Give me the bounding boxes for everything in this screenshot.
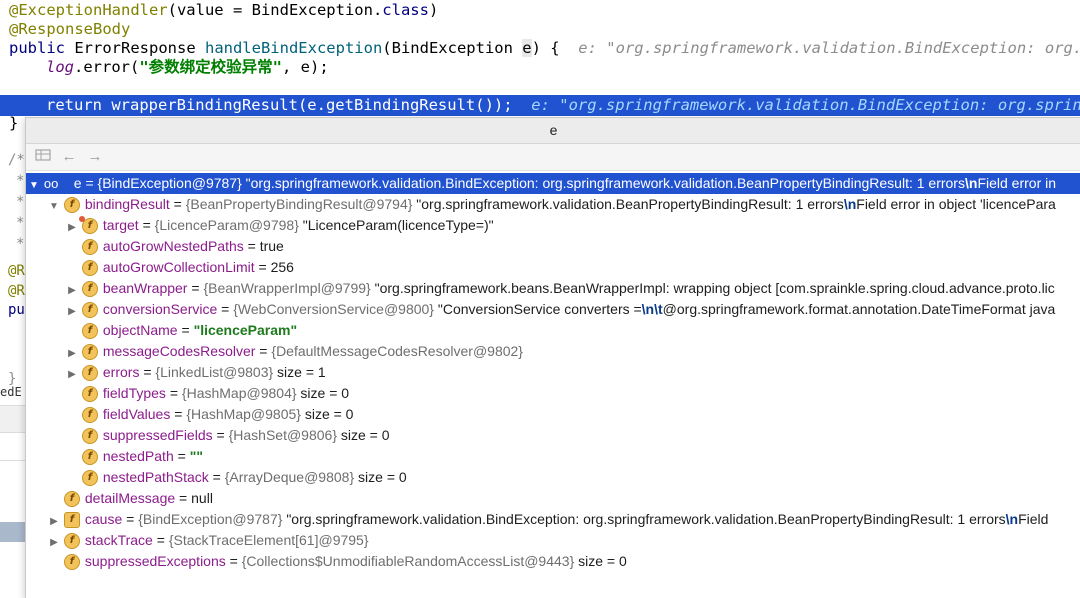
tree-row-suppressedExceptions[interactable]: f suppressedExceptions = {Collections$Unm… [26,551,1080,572]
code-line-5: return wrapperBindingResult(e.getBinding… [46,96,1080,114]
comment-fragment: * [16,173,25,189]
field-icon: f [81,407,98,424]
field-icon: f [63,197,80,214]
popup-toolbar: ← → [26,144,1080,171]
tree-row-fieldValues[interactable]: f fieldValues = {HashMap@9805} size = 0 [26,404,1080,425]
field-icon: f [81,428,98,445]
side-panel-fragment: edE [0,385,22,399]
code-line-6: } [9,114,19,132]
field-icon: f [63,554,80,571]
field-icon: f [78,216,98,235]
annotation-fragment: @R [8,283,25,299]
expanded-arrow-icon[interactable]: ▼ [48,196,60,217]
field-icon: f [81,449,98,466]
tree-row-cause[interactable]: ▶ f cause = {BindException@9787} "org.spr… [26,509,1080,530]
code-line-1: @ExceptionHandler(value = BindException.… [9,1,439,19]
comment-fragment: * [16,194,25,210]
field-icon: f [63,512,80,529]
side-panel-selected-strip [0,522,26,542]
comment-fragment: * [16,215,25,231]
field-icon: f [81,470,98,487]
code-line-3: public ErrorResponse handleBindException… [9,39,1080,57]
collapsed-arrow-icon[interactable]: ▶ [66,343,78,364]
field-icon: f [81,260,98,277]
tree-row-nestedPath[interactable]: f nestedPath = "" [26,446,1080,467]
keyword-fragment: pu [8,302,25,318]
tree-row-e[interactable]: ▼ oo e = {BindException@9787} "org.sprin… [26,173,1080,194]
forward-arrow-icon[interactable]: → [86,148,104,166]
pin-to-watch-icon[interactable] [34,148,52,166]
tree-row-conversionService[interactable]: ▶ f conversionService = {WebConversionSer… [26,299,1080,320]
field-icon: f [81,302,98,319]
field-icon: f [63,533,80,550]
tree-row-objectName[interactable]: f objectName = "licenceParam" [26,320,1080,341]
field-icon: f [81,239,98,256]
collapsed-arrow-icon[interactable]: ▶ [48,511,60,532]
tree-row-nestedPathStack[interactable]: f nestedPathStack = {ArrayDeque@9808} siz… [26,467,1080,488]
field-icon: f [81,323,98,340]
tree-row-beanWrapper[interactable]: ▶ f beanWrapper = {BeanWrapperImpl@9799} … [26,278,1080,299]
expanded-arrow-icon[interactable]: ▼ [28,175,40,196]
tree-row-errors[interactable]: ▶ f errors = {LinkedList@9803} size = 1 [26,362,1080,383]
field-icon: f [81,386,98,403]
field-icon: f [63,491,80,508]
execution-point-line[interactable]: return wrapperBindingResult(e.getBinding… [0,95,1080,116]
tree-row-stackTrace[interactable]: ▶ f stackTrace = {StackTraceElement[61]@9… [26,530,1080,551]
field-icon: f [81,281,98,298]
field-icon: f [81,365,98,382]
side-panel-divider [0,460,26,461]
collapsed-arrow-icon[interactable]: ▶ [66,217,78,238]
tree-row-target[interactable]: ▶ f target = {LicenceParam@9798} "Licence… [26,215,1080,236]
tree-row-suppressedFields[interactable]: f suppressedFields = {HashSet@9806} size … [26,425,1080,446]
annotation-fragment: @R [8,263,25,279]
variable-inspector-popup[interactable]: e ← → ▼ oo e = {BindException@9787} "org… [25,117,1080,598]
object-infinity-icon: oo [43,176,59,191]
collapsed-arrow-icon[interactable]: ▶ [66,280,78,301]
comment-fragment: * [16,236,25,252]
collapsed-arrow-icon[interactable]: ▶ [48,532,60,553]
tree-row-detailMessage[interactable]: f detailMessage = null [26,488,1080,509]
tree-row-messageCodesResolver[interactable]: ▶ f messageCodesResolver = {DefaultMessag… [26,341,1080,362]
back-arrow-icon[interactable]: ← [60,148,78,166]
tree-row-autoGrowCollectionLimit[interactable]: f autoGrowCollectionLimit = 256 [26,257,1080,278]
tree-row-bindingResult[interactable]: ▼ f bindingResult = {BeanPropertyBindingR… [26,194,1080,215]
code-line-2: @ResponseBody [9,20,131,38]
code-line-4: log.error("参数绑定校验异常", e); [46,58,329,76]
field-icon: f [81,344,98,361]
side-panel-strip [0,405,26,433]
tree-row-fieldTypes[interactable]: f fieldTypes = {HashMap@9804} size = 0 [26,383,1080,404]
collapsed-arrow-icon[interactable]: ▶ [66,301,78,322]
comment-fragment: /* [8,152,25,168]
collapsed-arrow-icon[interactable]: ▶ [66,364,78,385]
popup-title: e [26,118,1080,144]
tree-row-autoGrowNestedPaths[interactable]: f autoGrowNestedPaths = true [26,236,1080,257]
